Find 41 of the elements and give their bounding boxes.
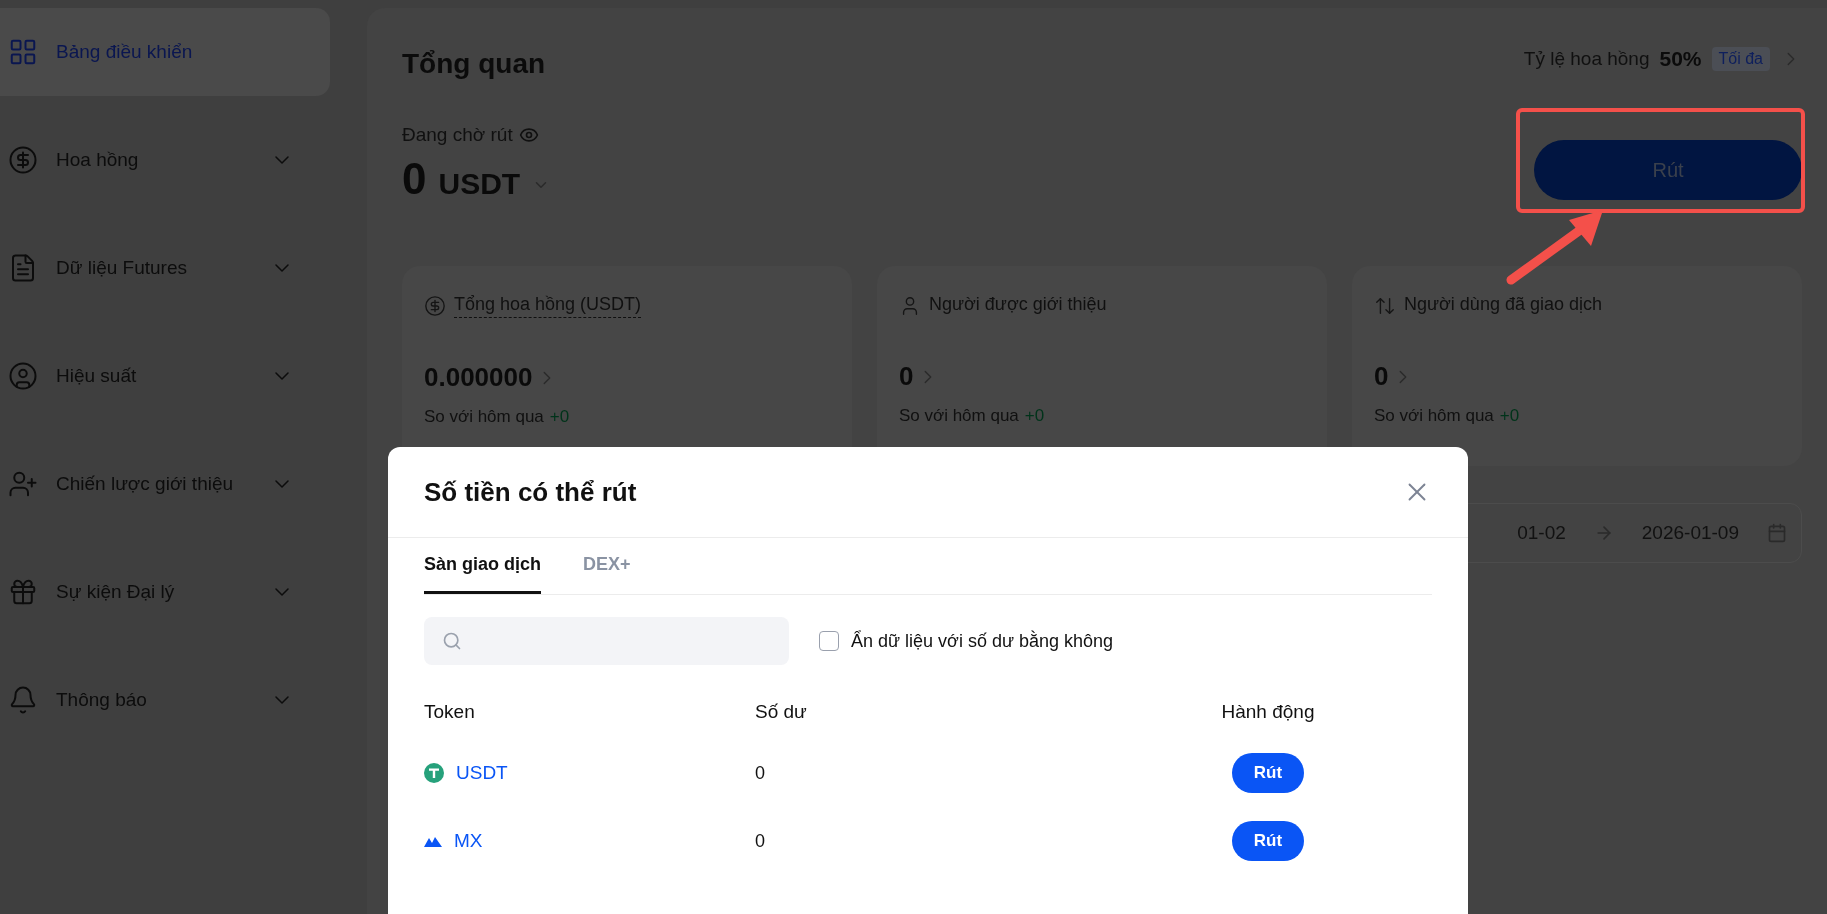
- token-link[interactable]: USDT: [456, 762, 508, 784]
- column-header: Số dư: [755, 700, 808, 724]
- user-icon: [8, 361, 38, 391]
- mountain-icon: [424, 835, 442, 847]
- dollar-icon: [424, 295, 446, 317]
- tether-icon: [424, 763, 444, 783]
- grid-icon: [8, 37, 38, 67]
- withdraw-button[interactable]: Rút: [1534, 140, 1802, 200]
- search-icon: [442, 631, 462, 651]
- balance-cell: 0: [755, 830, 765, 852]
- tier-badge: Tối đa: [1711, 47, 1770, 71]
- tab[interactable]: DEX+: [583, 554, 631, 594]
- checkbox[interactable]: [819, 631, 839, 651]
- change-value: +0: [1499, 406, 1520, 426]
- balance-cell: 0: [755, 762, 765, 784]
- dollar-icon: [8, 145, 38, 175]
- card-value: 0: [899, 361, 914, 392]
- change-value: +0: [549, 407, 570, 427]
- calendar-icon: [1767, 523, 1787, 543]
- user-plus-icon: [8, 469, 38, 499]
- gift-icon: [8, 577, 38, 607]
- pending-amount: 0: [402, 154, 427, 204]
- column-header: Hành động: [1220, 700, 1316, 724]
- eye-icon[interactable]: [518, 125, 539, 145]
- search-field[interactable]: [424, 617, 789, 665]
- dialog-title: Số tiền có thể rút: [424, 476, 637, 508]
- withdraw-button[interactable]: Rút: [1232, 753, 1304, 793]
- currency-selector[interactable]: USDT: [438, 167, 521, 201]
- page-title: Tổng quan: [402, 48, 546, 80]
- withdraw-button[interactable]: Rút: [1232, 821, 1304, 861]
- tab[interactable]: Sàn giao dịch: [424, 554, 542, 594]
- card-value: 0.000000: [424, 362, 533, 393]
- change-value: +0: [1024, 406, 1045, 426]
- bell-icon: [8, 685, 38, 715]
- checkbox-label: Ẩn dữ liệu với số dư bằng không: [851, 630, 1114, 652]
- rate-value: 50%: [1659, 47, 1702, 71]
- token-link[interactable]: MX: [454, 830, 483, 852]
- column-header: Token: [424, 700, 476, 724]
- card-value: 0: [1374, 361, 1389, 392]
- sidebar-item[interactable]: Bảng điều khiển: [0, 8, 330, 96]
- card-title: Tổng hoa hồng (USDT): [454, 294, 642, 318]
